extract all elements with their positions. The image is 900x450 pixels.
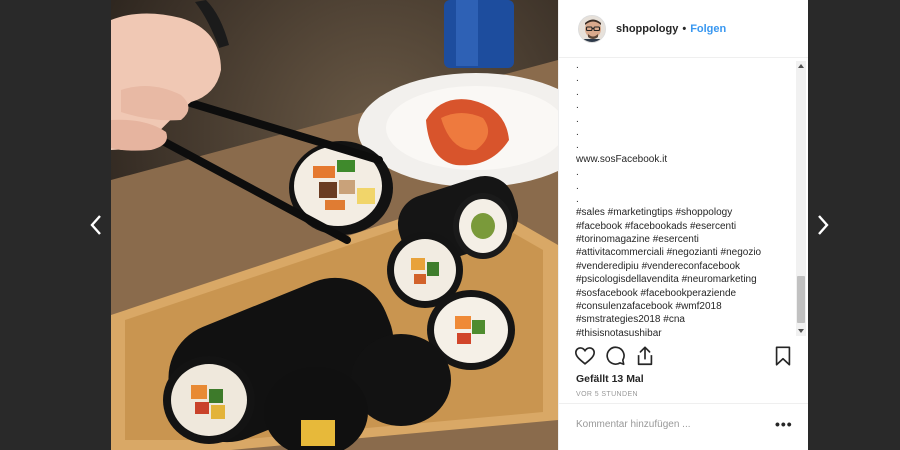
caption-scrollbar[interactable] <box>796 61 806 336</box>
caption-line: #venderedipiu #vendereconfacebook <box>576 260 741 272</box>
save-button[interactable] <box>772 345 796 369</box>
post-photo[interactable] <box>111 0 558 450</box>
triangle-down-icon <box>798 329 804 333</box>
comment-icon <box>606 346 625 366</box>
caption-line: . <box>576 126 579 138</box>
caption-line: #smstrategies2018 #cna <box>576 314 685 326</box>
triangle-up-icon <box>798 64 804 68</box>
caption-text: ....... www.sosFacebook.it... #sales #mark… <box>559 59 795 338</box>
caption-line: #sales #marketingtips #shoppology <box>576 207 733 219</box>
previous-post-arrow[interactable] <box>81 205 111 245</box>
user-line: shoppology • Folgen <box>616 23 726 35</box>
caption-line: . <box>576 73 579 85</box>
bookmark-icon <box>775 346 791 366</box>
scroll-up-arrow[interactable] <box>796 61 806 71</box>
next-post-arrow[interactable] <box>808 205 838 245</box>
more-options-icon[interactable]: ••• <box>775 416 793 432</box>
caption-line: #torinomagazine #esercenti <box>576 234 699 246</box>
heart-icon <box>575 347 595 365</box>
avatar[interactable] <box>578 14 606 43</box>
like-button[interactable] <box>574 345 598 369</box>
caption-line: www.sosFacebook.it <box>576 153 668 165</box>
caption-line: #facebook #facebookads #esercenti <box>576 220 737 232</box>
caption-line: #consulenzafacebook #wmf2018 <box>576 301 722 313</box>
caption-line: . <box>576 193 579 205</box>
caption-line: #attivitacommerciali #negozianti #negozi… <box>576 247 762 259</box>
follow-button[interactable]: Folgen <box>690 23 726 35</box>
caption-line: #sosfacebook #facebookperaziende <box>576 287 737 299</box>
comment-bar: ••• <box>559 403 808 450</box>
sushi-photo-image <box>111 0 558 450</box>
caption-line: #thisisnotasushibar <box>576 327 662 338</box>
post-modal: shoppology • Folgen ....... www.sosFacebo… <box>111 0 808 450</box>
caption-line: . <box>576 113 579 125</box>
comment-button[interactable] <box>604 345 628 369</box>
caption-line: . <box>576 140 579 152</box>
caption-line: . <box>576 60 579 71</box>
caption-line: . <box>576 180 579 192</box>
separator-dot: • <box>682 22 687 35</box>
post-side-panel: shoppology • Folgen ....... www.sosFacebo… <box>558 0 808 450</box>
action-bar <box>574 345 796 371</box>
caption-line: . <box>576 86 579 98</box>
caption-line: . <box>576 100 579 112</box>
share-button[interactable] <box>634 345 658 369</box>
post-header: shoppology • Folgen <box>559 0 808 58</box>
chevron-right-icon <box>818 215 829 235</box>
scroll-thumb[interactable] <box>797 276 805 323</box>
scroll-down-arrow[interactable] <box>796 326 806 336</box>
caption-line: . <box>576 167 579 179</box>
like-count[interactable]: Gefällt 13 Mal <box>576 373 644 385</box>
comment-input[interactable] <box>576 419 756 430</box>
user-avatar-image <box>579 15 605 42</box>
share-icon <box>637 346 653 366</box>
chevron-left-icon <box>90 215 101 235</box>
post-timestamp: VOR 5 STUNDEN <box>576 391 638 398</box>
caption-line: #psicologisdellavendita #neuromarketing <box>576 274 757 286</box>
username-link[interactable]: shoppology <box>616 23 678 35</box>
